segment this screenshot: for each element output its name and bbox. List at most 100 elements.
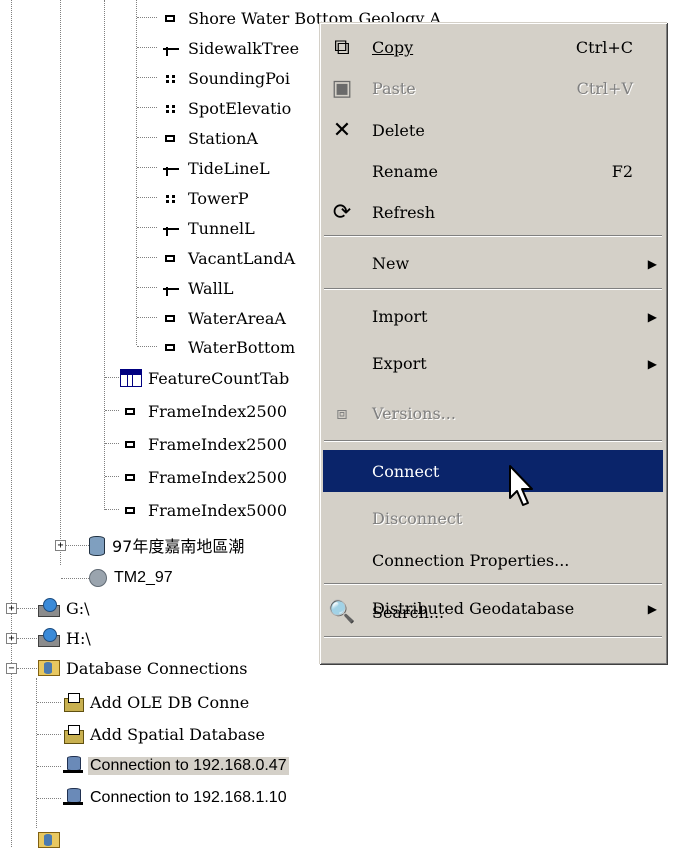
menu-item-label: Search... (372, 603, 445, 622)
tree-item-frameindex-1[interactable]: FrameIndex2500 (120, 397, 287, 425)
expand-toggle[interactable]: + (6, 603, 17, 614)
tree-connector (61, 578, 89, 579)
tree-item-label: G:\ (66, 598, 90, 618)
tree-item-label: Add Spatial Database (90, 724, 265, 744)
add-connection-icon (62, 724, 84, 744)
tree-item-wall[interactable]: WallL (160, 274, 233, 302)
paste-icon: ▣ (331, 76, 353, 101)
tree-item-partial[interactable] (38, 826, 60, 854)
tree-item-sidewalk[interactable]: SidewalkTree (160, 34, 299, 62)
tree-item-97-database[interactable]: 97年度嘉南地區潮 (88, 531, 244, 559)
tree-item-frameindex-3[interactable]: FrameIndex2500 (120, 463, 287, 491)
menu-item-label: Import (372, 307, 428, 326)
menu-item-copy[interactable]: ⧉ Copy Ctrl+C (323, 28, 663, 67)
menu-item-new[interactable]: New ▶ (323, 244, 663, 283)
tree-connector (17, 668, 39, 669)
versions-icon: ⧈ (336, 403, 348, 424)
tree-item-drive-g[interactable]: G:\ (38, 594, 90, 622)
menu-item-label: Disconnect (372, 509, 463, 528)
tree-item-spotelevation[interactable]: SpotElevatio (160, 94, 291, 122)
tree-connector (137, 77, 157, 78)
tree-item-frameindex-2[interactable]: FrameIndex2500 (120, 430, 287, 458)
menu-item-import[interactable]: Import ▶ (323, 297, 663, 336)
menu-item-disconnect: Disconnect (323, 499, 663, 538)
tree-item-label: H:\ (66, 628, 91, 648)
tree-item-waterarea[interactable]: WaterAreaA (160, 304, 286, 332)
globe-icon (88, 568, 108, 588)
tree-connector (36, 678, 37, 828)
tree-item-vacantland[interactable]: VacantLandA (160, 244, 295, 272)
tree-item-label: FrameIndex5000 (148, 500, 288, 520)
menu-item-label: Rename (372, 162, 438, 181)
shortcut-label: F2 (611, 162, 633, 181)
tree-connector (17, 608, 39, 609)
tree-connector (137, 317, 157, 318)
tree-item-sounding[interactable]: SoundingPoi (160, 64, 290, 92)
tree-connector (60, 0, 61, 565)
polygon-layer-icon (120, 402, 142, 420)
polygon-layer-icon (160, 338, 182, 356)
tree-item-add-ole[interactable]: Add OLE DB Conne (62, 688, 249, 716)
menu-item-rename[interactable]: Rename F2 (323, 152, 663, 191)
menu-item-refresh[interactable]: ⟳ Refresh (323, 193, 663, 232)
copy-icon: ⧉ (334, 35, 350, 60)
tree-item-label: WallL (188, 278, 234, 298)
tree-item-connection-10[interactable]: Connection to 192.168.1.10 (62, 784, 287, 812)
database-connection-icon (62, 788, 84, 808)
tree-connector (136, 0, 137, 345)
tree-connector (137, 47, 157, 48)
menu-separator (324, 583, 662, 585)
menu-separator (324, 235, 662, 237)
collapse-toggle[interactable]: − (6, 663, 17, 674)
tree-item-label: SpotElevatio (188, 98, 292, 118)
menu-item-versions: ⧈ Versions... (323, 394, 663, 433)
tree-item-label: SidewalkTree (188, 38, 300, 58)
tree-item-label: Connection to 192.168.1.10 (90, 789, 287, 806)
tree-item-tm2[interactable]: TM2_97 (88, 564, 173, 592)
polygon-layer-icon (160, 9, 182, 27)
tree-connector (137, 227, 157, 228)
expand-toggle[interactable]: + (55, 540, 66, 551)
tree-item-label: TunnelL (188, 218, 255, 238)
polygon-layer-icon (120, 435, 142, 453)
tree-item-add-spatial[interactable]: Add Spatial Database (62, 720, 265, 748)
tree-item-label: TowerP (188, 188, 249, 208)
tree-connector (137, 17, 157, 18)
tree-connector (137, 137, 157, 138)
tree-connector (137, 346, 157, 347)
menu-item-search[interactable]: 🔍 Search... (323, 593, 663, 632)
line-layer-icon (160, 39, 182, 57)
tree-item-station[interactable]: StationA (160, 124, 258, 152)
tree-item-connection-47[interactable]: Connection to 192.168.0.47 (62, 752, 289, 780)
folder-icon (38, 830, 60, 850)
refresh-icon: ⟳ (332, 200, 352, 225)
menu-item-connection-properties[interactable]: Connection Properties... (323, 541, 663, 580)
expand-toggle[interactable]: + (6, 633, 17, 644)
tree-item-tideline[interactable]: TideLineL (160, 154, 270, 182)
menu-item-label: Paste (372, 79, 416, 98)
menu-item-export[interactable]: Export ▶ (323, 344, 663, 383)
tree-connector (17, 638, 39, 639)
mouse-cursor-icon (509, 465, 533, 506)
database-connection-icon (62, 756, 84, 776)
menu-item-delete[interactable]: ✕ Delete (323, 111, 663, 150)
polygon-layer-icon (120, 468, 142, 486)
tree-connector (11, 0, 12, 847)
tree-item-tunnel[interactable]: TunnelL (160, 214, 255, 242)
tree-item-tower[interactable]: TowerP (160, 184, 249, 212)
tree-connector (105, 377, 119, 378)
menu-item-label: Export (372, 354, 427, 373)
tree-item-frameindex-4[interactable]: FrameIndex5000 (120, 496, 287, 524)
line-layer-icon (160, 219, 182, 237)
menu-item-connect[interactable]: Connect (323, 450, 663, 492)
tree-item-label: StationA (188, 128, 258, 148)
menu-item-label: Delete (372, 121, 425, 140)
tree-item-drive-h[interactable]: H:\ (38, 624, 91, 652)
point-layer-icon (160, 99, 182, 117)
menu-separator (324, 440, 662, 442)
delete-x-icon: ✕ (332, 118, 352, 143)
tree-item-database-connections[interactable]: Database Connections (38, 654, 248, 682)
tree-item-featurecounttable[interactable]: FeatureCountTab (120, 364, 289, 392)
tree-item-waterbottom[interactable]: WaterBottom (160, 333, 295, 361)
tree-item-label: FrameIndex2500 (148, 401, 288, 421)
